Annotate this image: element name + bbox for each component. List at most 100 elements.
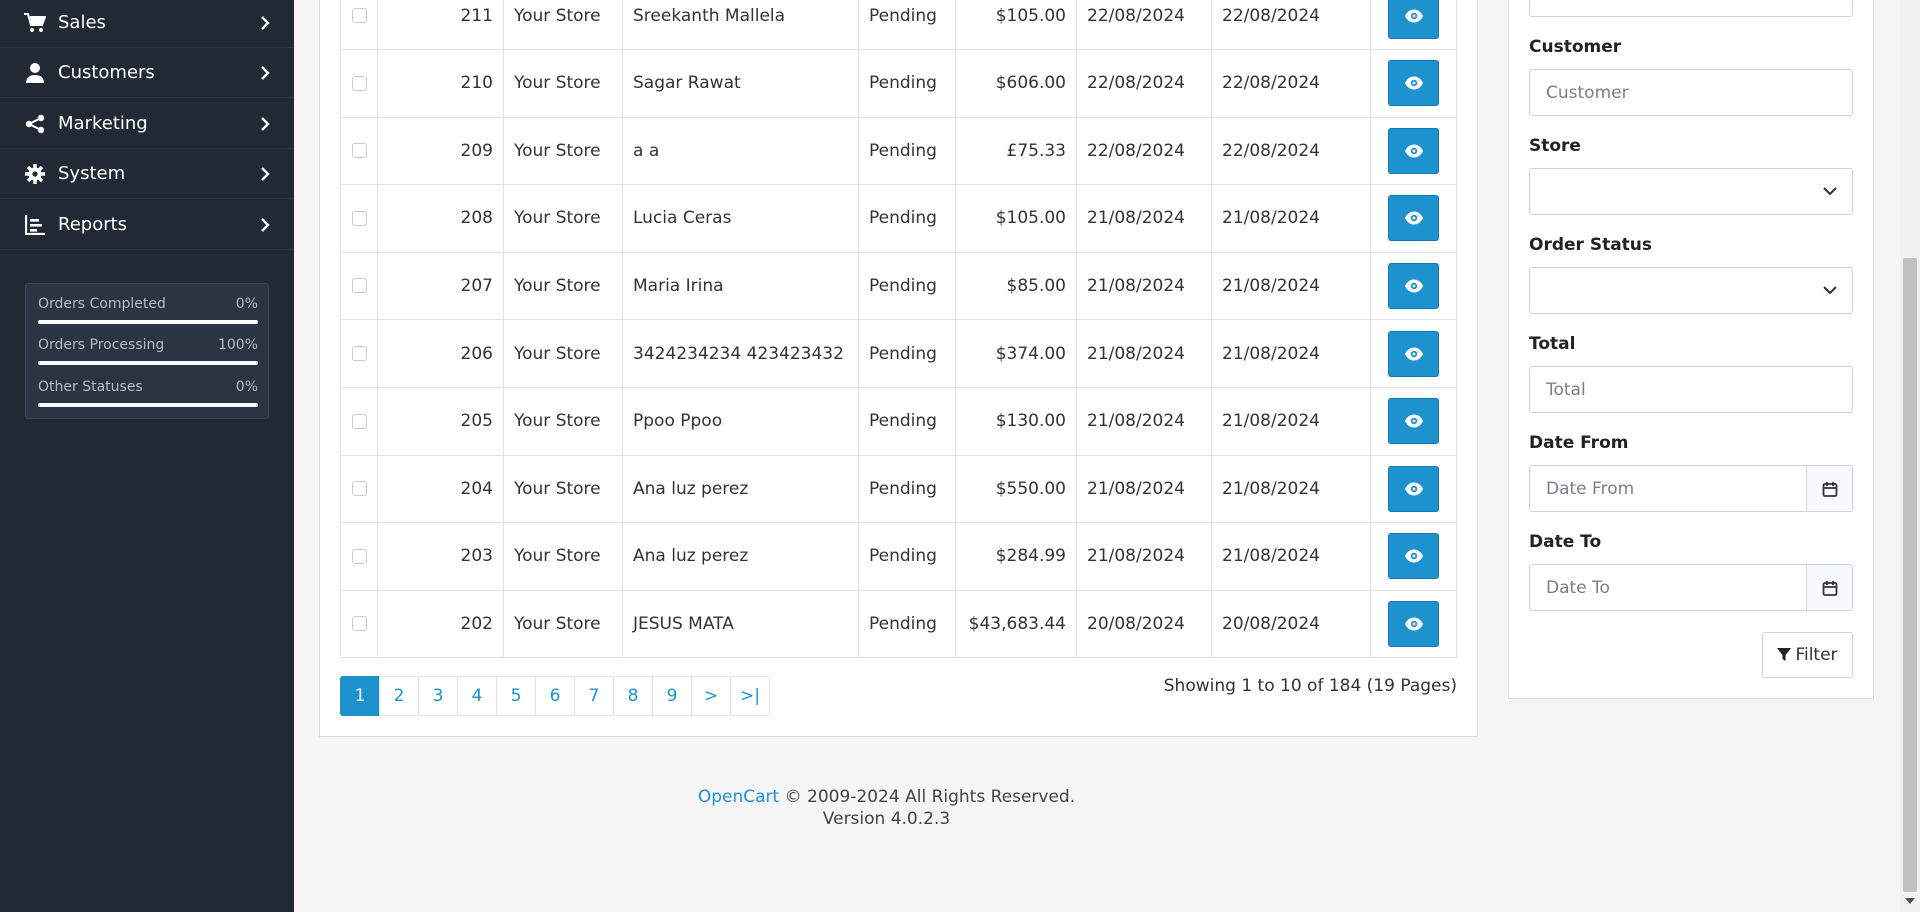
total-cell: £75.33	[956, 117, 1077, 185]
stat-value: 100%	[217, 337, 258, 353]
chevron-right-icon	[258, 216, 272, 234]
stat-label: Orders Completed	[38, 296, 166, 312]
view-order-button[interactable]	[1388, 465, 1439, 512]
order-id-cell: 204	[378, 455, 504, 523]
action-cell	[1371, 117, 1457, 185]
store-cell: Your Store	[504, 320, 623, 387]
date-to-field[interactable]: Date To	[1529, 564, 1807, 611]
date-modified-cell: 21/08/2024	[1212, 522, 1371, 590]
action-cell	[1371, 320, 1457, 387]
calendar-icon[interactable]	[1806, 564, 1853, 611]
calendar-icon[interactable]	[1806, 465, 1853, 512]
sidebar-item-system[interactable]: System	[0, 149, 294, 199]
view-order-button[interactable]	[1388, 0, 1439, 39]
status-cell: Pending	[859, 320, 956, 387]
share-icon	[24, 113, 46, 135]
date-modified-cell: 22/08/2024	[1212, 117, 1371, 185]
sidebar-item-label: System	[58, 163, 126, 184]
customer-cell: a a	[623, 117, 859, 185]
total-cell: $43,683.44	[956, 590, 1077, 658]
view-order-button[interactable]	[1388, 60, 1439, 107]
customer-cell: Ana luz perez	[623, 522, 859, 590]
customer-cell: Sreekanth Mallela	[623, 0, 859, 49]
table-row: 209 Your Store a a Pending £75.33 22/08/2024 2…	[340, 117, 1457, 186]
sidebar-item-marketing[interactable]: Marketing	[0, 99, 294, 149]
row-checkbox[interactable]	[351, 481, 367, 497]
status-cell: Pending	[859, 455, 956, 523]
order-id-cell: 208	[378, 184, 504, 252]
store-cell: Your Store	[504, 522, 623, 590]
view-order-button[interactable]	[1388, 330, 1439, 377]
scrollbar-thumb[interactable]	[1903, 258, 1917, 892]
order-id-field[interactable]	[1529, 0, 1853, 17]
date-modified-cell: 21/08/2024	[1212, 455, 1371, 523]
page-link[interactable]: 6	[535, 676, 575, 716]
row-checkbox[interactable]	[351, 346, 367, 361]
total-cell: $105.00	[956, 0, 1077, 49]
page-link[interactable]: >|	[730, 676, 770, 716]
order-id-cell: 211	[378, 0, 504, 49]
date-added-cell: 20/08/2024	[1077, 590, 1212, 658]
order-status-select[interactable]	[1529, 267, 1853, 314]
sidebar-item-sales[interactable]: Sales	[0, 0, 294, 48]
date-from-field[interactable]: Date From	[1529, 465, 1807, 512]
row-checkbox[interactable]	[351, 75, 367, 91]
row-checkbox-cell	[340, 184, 378, 252]
filter-icon	[1777, 648, 1792, 661]
page-link[interactable]: 9	[652, 676, 692, 716]
row-checkbox[interactable]	[351, 548, 367, 564]
page-link[interactable]: 1	[340, 676, 380, 716]
row-checkbox[interactable]	[351, 413, 367, 429]
sidebar-item-reports[interactable]: Reports	[0, 200, 294, 250]
eye-icon	[1404, 76, 1423, 90]
page-link[interactable]: 5	[496, 676, 536, 716]
scrollbar[interactable]	[1900, 0, 1920, 912]
store-cell: Your Store	[504, 590, 623, 658]
scroll-down-arrow-icon[interactable]	[1900, 892, 1920, 912]
total-field[interactable]: Total	[1529, 366, 1853, 413]
filter-button[interactable]: Filter	[1762, 632, 1853, 678]
page-link[interactable]: 8	[613, 676, 653, 716]
row-checkbox-cell	[340, 0, 378, 49]
order-id-cell: 202	[378, 590, 504, 658]
page-link[interactable]: 7	[574, 676, 614, 716]
filter-button-label: Filter	[1795, 645, 1838, 665]
table-row: 204 Your Store Ana luz perez Pending $550.00…	[340, 455, 1457, 524]
view-order-button[interactable]	[1388, 195, 1439, 242]
row-checkbox[interactable]	[351, 616, 367, 632]
page-link[interactable]: 2	[379, 676, 419, 716]
store-select[interactable]	[1529, 168, 1853, 215]
table-row: 208 Your Store Lucia Ceras Pending $105.00 21…	[340, 184, 1457, 253]
row-checkbox-cell	[340, 252, 378, 320]
row-checkbox-cell	[340, 522, 378, 590]
row-checkbox[interactable]	[351, 143, 367, 159]
date-modified-cell: 22/08/2024	[1212, 49, 1371, 117]
page-link[interactable]: 4	[457, 676, 497, 716]
date-added-cell: 21/08/2024	[1077, 387, 1212, 455]
view-order-button[interactable]	[1388, 127, 1439, 174]
stat-other-statuses: Other Statuses 0%	[38, 379, 258, 419]
copyright-text: © 2009-2024 All Rights Reserved.	[779, 787, 1076, 807]
view-order-button[interactable]	[1388, 600, 1439, 647]
row-checkbox[interactable]	[351, 210, 367, 226]
store-cell: Your Store	[504, 117, 623, 185]
date-added-cell: 21/08/2024	[1077, 455, 1212, 523]
view-order-button[interactable]	[1388, 262, 1439, 309]
store-label: Store	[1529, 136, 1581, 156]
sidebar-item-customers[interactable]: Customers	[0, 48, 294, 98]
date-modified-cell: 21/08/2024	[1212, 184, 1371, 252]
customer-field[interactable]: Customer	[1529, 69, 1853, 116]
view-order-button[interactable]	[1388, 533, 1439, 580]
status-cell: Pending	[859, 117, 956, 185]
page-link[interactable]: 3	[418, 676, 458, 716]
row-checkbox[interactable]	[351, 8, 367, 23]
row-checkbox[interactable]	[351, 278, 367, 294]
pagination: 1 2 3 4 5 6 7 8 9 > >|	[340, 676, 770, 716]
opencart-link[interactable]: OpenCart	[698, 787, 779, 807]
stat-value: 0%	[235, 296, 258, 312]
action-cell	[1371, 455, 1457, 523]
page-link[interactable]: >	[691, 676, 731, 716]
row-checkbox-cell	[340, 49, 378, 117]
cart-icon	[24, 12, 46, 34]
view-order-button[interactable]	[1388, 398, 1439, 445]
